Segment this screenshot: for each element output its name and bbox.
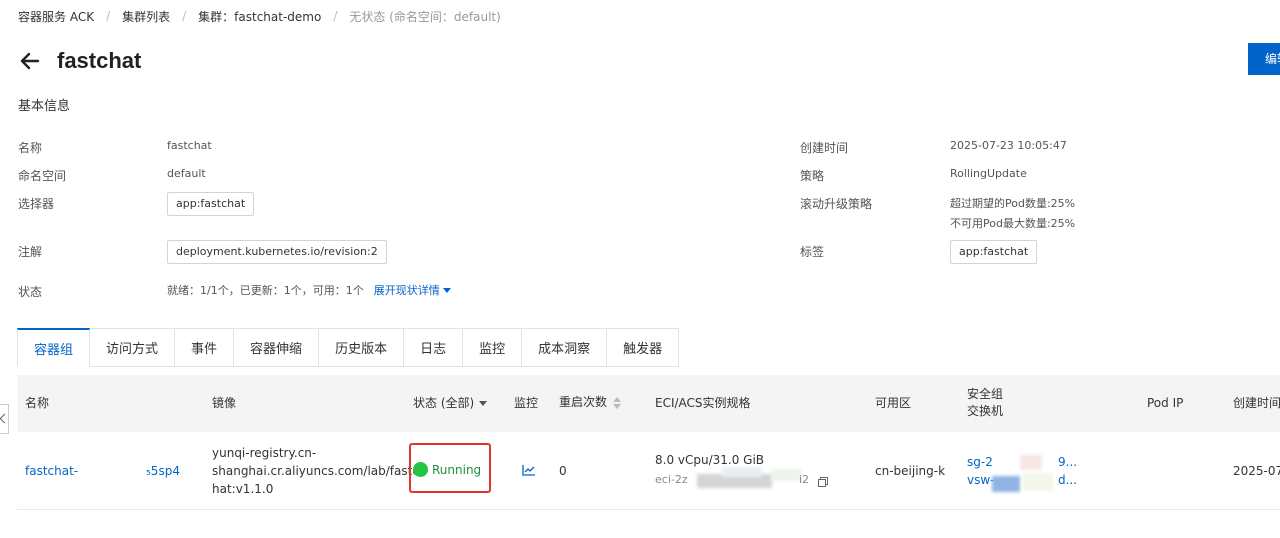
restart-count: 0 xyxy=(559,464,567,478)
back-arrow-icon[interactable] xyxy=(18,49,42,73)
breadcrumb-item-current: 无状态 (命名空间：default) xyxy=(349,9,501,24)
created-label: 创建时间 xyxy=(800,141,849,155)
tab-history[interactable]: 历史版本 xyxy=(319,328,405,367)
tags-label: 标签 xyxy=(800,245,825,259)
breadcrumb: 容器服务 ACK / 集群列表 / 集群：fastchat-demo / 无状态… xyxy=(18,8,501,24)
tab-logs[interactable]: 日志 xyxy=(404,328,464,367)
selector-tag: app:fastchat xyxy=(167,192,255,216)
status-line: 就绪：1/1个，已更新：1个，可用：1个 展开现状详情 xyxy=(167,282,451,298)
redacted-block xyxy=(722,467,762,477)
tab-cost-insights[interactable]: 成本洞察 xyxy=(522,328,608,367)
namespace-label: 命名空间 xyxy=(18,169,67,183)
rolling-max-surge: 超过期望的Pod数量:25% xyxy=(950,197,1076,210)
image-line-2: shanghai.cr.aliyuncs.com/lab/fastc xyxy=(212,464,419,478)
col-name: 名称 xyxy=(25,396,50,410)
redacted-block xyxy=(1020,455,1042,470)
monitor-chart-icon[interactable] xyxy=(522,464,536,476)
status-label: 状态 xyxy=(18,285,43,299)
eci-instance-id-start: eci-2z xyxy=(655,473,688,486)
created-time-value: 2025-07-... xyxy=(1233,464,1280,478)
expand-status-details-label: 展开现状详情 xyxy=(373,284,440,297)
annotation-label: 注解 xyxy=(18,245,43,259)
copy-icon[interactable] xyxy=(818,477,828,487)
col-status-filter[interactable]: 状态 (全部) xyxy=(413,396,488,411)
security-group-suffix[interactable]: 9... xyxy=(1058,454,1077,470)
col-vswitch: 交换机 xyxy=(967,404,1004,418)
security-group-link[interactable]: sg-2 xyxy=(967,454,993,470)
tab-triggers[interactable]: 触发器 xyxy=(607,328,680,367)
col-status-label: 状态 (全部) xyxy=(413,396,475,410)
breadcrumb-item-cluster[interactable]: 集群：fastchat-demo xyxy=(198,8,321,25)
vswitch-suffix[interactable]: d... xyxy=(1058,472,1077,488)
tab-access[interactable]: 访问方式 xyxy=(90,328,176,367)
pod-name-suffix[interactable]: ₅5sp4 xyxy=(146,463,180,479)
strategy-value: RollingUpdate xyxy=(950,167,1027,180)
redacted-block xyxy=(992,476,1020,492)
title-row: fastchat xyxy=(18,44,141,78)
table-row: fastchat- ₅5sp4 yunqi-registry.cn- shang… xyxy=(17,432,1280,510)
redacted-block xyxy=(772,469,802,481)
pod-name-link[interactable]: fastchat- xyxy=(25,463,78,479)
name-value: fastchat xyxy=(167,139,212,152)
page-title: fastchat xyxy=(57,48,142,73)
breadcrumb-item-cluster-list[interactable]: 集群列表 xyxy=(122,8,170,25)
namespace-value: default xyxy=(167,167,206,180)
section-title-basic-info: 基本信息 xyxy=(18,99,71,114)
spec-value: 8.0 vCpu/31.0 GiB xyxy=(655,453,765,467)
breadcrumb-separator: / xyxy=(106,9,111,23)
running-status-dot-icon xyxy=(413,462,428,477)
image-line-1: yunqi-registry.cn- xyxy=(212,446,317,460)
selector-label: 选择器 xyxy=(18,197,55,211)
created-value: 2025-07-23 10:05:47 xyxy=(950,139,1067,152)
strategy-label: 策略 xyxy=(800,169,825,183)
redacted-block xyxy=(1023,473,1053,491)
breadcrumb-item-ack[interactable]: 容器服务 ACK xyxy=(18,8,94,25)
col-restarts[interactable]: 重启次数 xyxy=(559,395,622,410)
image-line-3: hat:v1.1.0 xyxy=(212,482,274,496)
tab-pods[interactable]: 容器组 xyxy=(17,328,91,367)
tab-bar: 容器组 访问方式 事件 容器伸缩 历史版本 日志 监控 成本洞察 触发器 xyxy=(17,328,680,367)
col-security-group: 安全组 xyxy=(967,387,1004,401)
status-value: 就绪：1/1个，已更新：1个，可用：1个 xyxy=(167,284,364,297)
col-created: 创建时间 xyxy=(1233,396,1280,410)
pod-status: Running xyxy=(413,462,481,477)
tab-monitoring[interactable]: 监控 xyxy=(463,328,523,367)
breadcrumb-separator: / xyxy=(333,9,338,23)
col-restarts-label: 重启次数 xyxy=(559,395,608,409)
rolling-max-unavailable: 不可用Pod最大数量:25% xyxy=(950,217,1076,230)
col-image: 镜像 xyxy=(212,396,237,410)
pods-table: 名称 镜像 状态 (全部) 监控 重启次数 ECI/ACS实例规格 可用区 安全… xyxy=(17,375,1280,510)
pod-status-label: Running xyxy=(432,462,482,477)
name-label: 名称 xyxy=(18,141,43,155)
caret-down-icon xyxy=(442,287,451,293)
filter-caret-icon xyxy=(479,401,488,406)
table-header: 名称 镜像 状态 (全部) 监控 重启次数 ECI/ACS实例规格 可用区 安全… xyxy=(17,375,1280,432)
sort-icon xyxy=(613,396,622,409)
tab-scaling[interactable]: 容器伸缩 xyxy=(234,328,320,367)
scroll-left-button[interactable] xyxy=(0,404,9,434)
col-spec: ECI/ACS实例规格 xyxy=(655,396,751,410)
tab-events[interactable]: 事件 xyxy=(175,328,235,367)
annotation-tag: deployment.kubernetes.io/revision:2 xyxy=(167,240,387,264)
expand-status-details-link[interactable]: 展开现状详情 xyxy=(374,282,451,298)
col-monitor: 监控 xyxy=(514,396,539,410)
edit-button[interactable]: 编辑 xyxy=(1248,43,1280,75)
tags-tag: app:fastchat xyxy=(950,240,1038,264)
eci-instance-id-end: i2 xyxy=(799,473,810,486)
zone-value: cn-beijing-k xyxy=(875,464,946,478)
vswitch-link[interactable]: vsw- xyxy=(967,472,995,488)
rolling-update-label: 滚动升级策略 xyxy=(800,197,873,211)
breadcrumb-separator: / xyxy=(182,9,187,23)
col-pod-ip: Pod IP xyxy=(1147,396,1184,410)
col-zone: 可用区 xyxy=(875,396,912,410)
